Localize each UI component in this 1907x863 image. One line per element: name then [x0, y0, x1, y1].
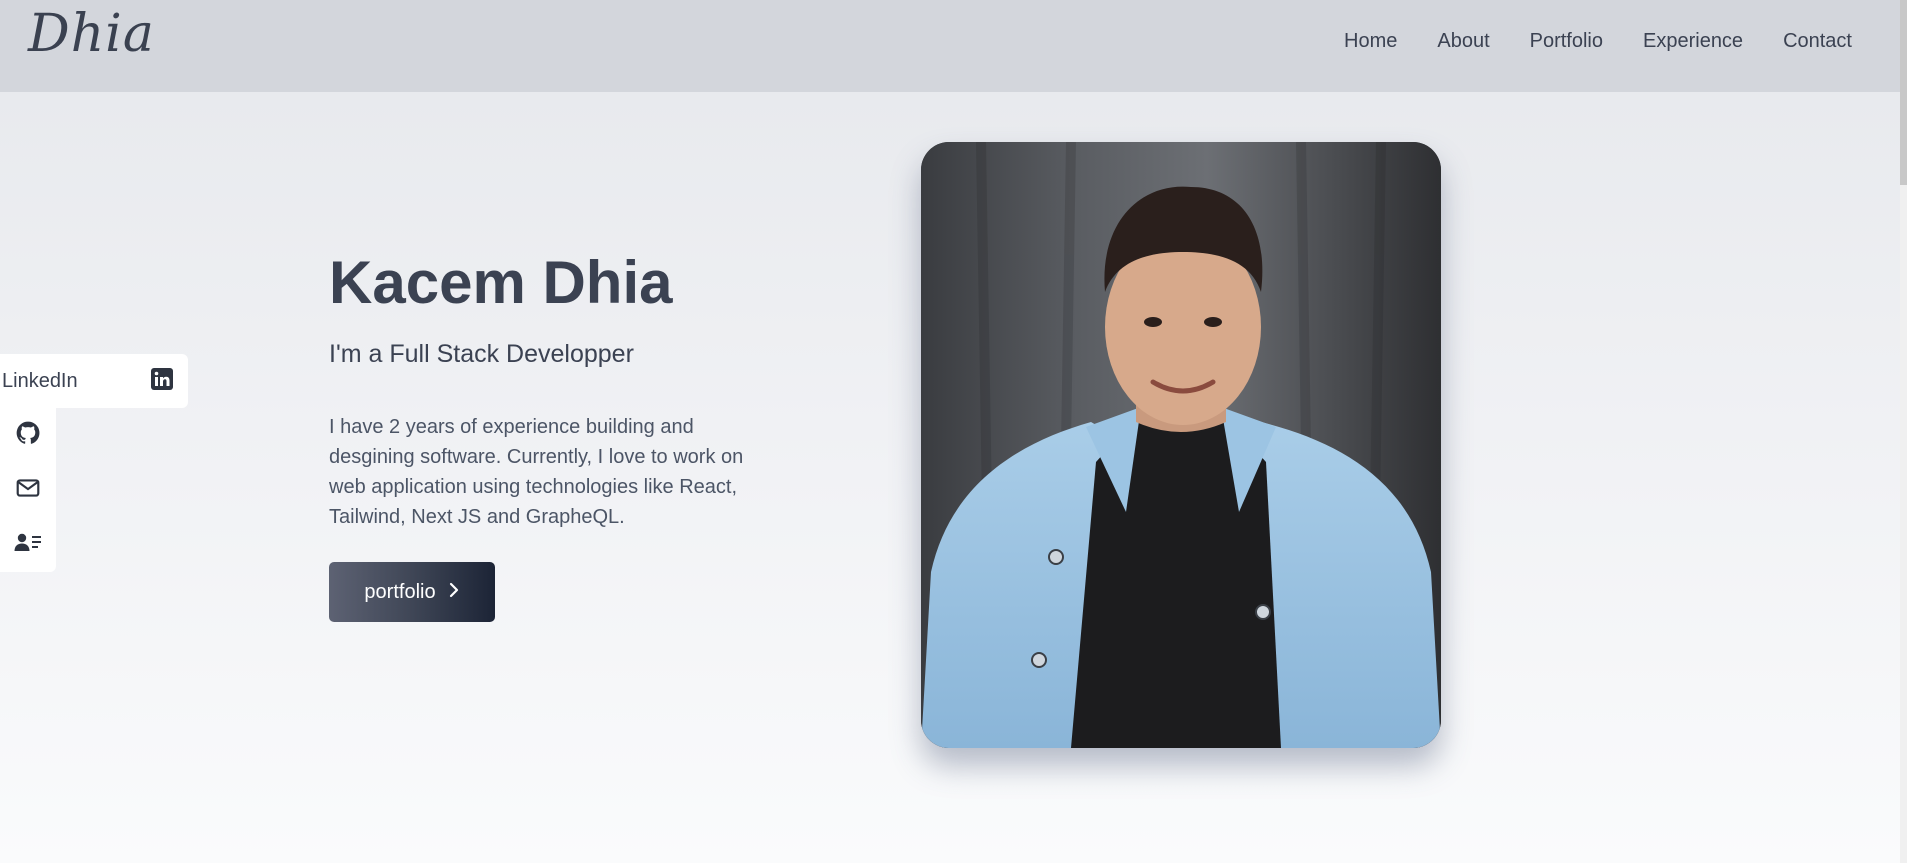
mail-icon [15, 475, 41, 506]
nav-home[interactable]: Home [1344, 30, 1397, 53]
site-logo[interactable]: Dhia [28, 4, 155, 64]
page-scrollbar[interactable] [1900, 0, 1907, 863]
linkedin-label: LinkedIn [2, 369, 78, 392]
hero-name: Kacem Dhia [329, 249, 673, 316]
profile-photo [921, 142, 1441, 748]
nav-contact[interactable]: Contact [1783, 30, 1852, 53]
linkedin-icon [150, 367, 174, 396]
social-github-link[interactable] [0, 408, 56, 462]
scrollbar-thumb[interactable] [1900, 0, 1907, 185]
nav-portfolio[interactable]: Portfolio [1530, 30, 1603, 53]
portfolio-button-label: portfolio [364, 580, 436, 603]
social-resume-link[interactable] [0, 518, 56, 572]
social-mail-link[interactable] [0, 463, 56, 517]
site-header: Dhia Home About Portfolio Experience Con… [0, 0, 1900, 92]
chevron-right-icon [448, 581, 460, 604]
hero-description: I have 2 years of experience building an… [329, 416, 744, 528]
portfolio-button[interactable]: portfolio [329, 562, 495, 622]
nav-about[interactable]: About [1437, 30, 1489, 53]
main-nav: Home About Portfolio Experience Contact [1344, 30, 1852, 53]
nav-experience[interactable]: Experience [1643, 30, 1743, 53]
profile-photo-illustration [921, 142, 1441, 748]
resume-icon [14, 530, 42, 561]
hero-subtitle: I'm a Full Stack Developper [329, 340, 634, 368]
github-icon [15, 420, 41, 451]
social-linkedin-link[interactable]: LinkedIn [0, 354, 188, 408]
